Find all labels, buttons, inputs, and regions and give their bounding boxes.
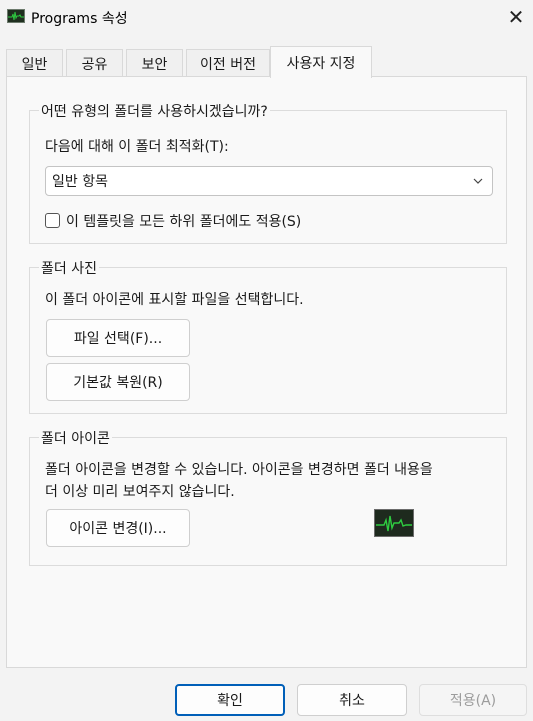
apply-button[interactable]: 적용(A) — [419, 684, 527, 716]
folder-icon-group: 폴더 아이콘 폴더 아이콘을 변경할 수 있습니다. 아이콘을 변경하면 폴더 … — [29, 428, 507, 566]
title-bar: Programs 속성 ✕ — [0, 0, 533, 34]
folder-type-title: 어떤 유형의 폴더를 사용하시겠습니까? — [39, 101, 270, 121]
optimize-label: 다음에 대해 이 폴더 최적화(T): — [45, 139, 229, 155]
tab-previous-versions[interactable]: 이전 버전 — [186, 49, 270, 77]
cancel-button[interactable]: 취소 — [297, 684, 407, 716]
folder-picture-group: 폴더 사진 이 폴더 아이콘에 표시할 파일을 선택합니다. 파일 선택(F).… — [29, 258, 507, 414]
tab-strip: 일반 공유 보안 이전 버전 사용자 지정 — [6, 46, 527, 78]
tab-customize[interactable]: 사용자 지정 — [270, 46, 372, 78]
folder-icon-title: 폴더 아이콘 — [39, 428, 112, 448]
folder-picture-title: 폴더 사진 — [39, 258, 99, 278]
close-button[interactable]: ✕ — [499, 0, 533, 34]
folder-picture-description: 이 폴더 아이콘에 표시할 파일을 선택합니다. — [45, 292, 304, 308]
customize-panel: 어떤 유형의 폴더를 사용하시겠습니까? 다음에 대해 이 폴더 최적화(T):… — [6, 76, 527, 668]
folder-icon-description-line2: 더 이상 미리 보여주지 않습니다. — [45, 484, 235, 500]
apply-subfolders-label: 이 템플릿을 모든 하위 폴더에도 적용(S) — [66, 214, 302, 230]
folder-icon-description-line1: 폴더 아이콘을 변경할 수 있습니다. 아이콘을 변경하면 폴더 내용을 — [45, 462, 433, 478]
tab-general[interactable]: 일반 — [6, 49, 63, 77]
tab-security[interactable]: 보안 — [126, 49, 183, 77]
ok-button[interactable]: 확인 — [175, 684, 285, 716]
chevron-down-icon — [473, 178, 483, 184]
close-icon: ✕ — [507, 5, 525, 29]
restore-default-button[interactable]: 기본값 복원(R) — [46, 363, 190, 401]
optimize-select-value: 일반 항목 — [52, 174, 108, 190]
optimize-select[interactable]: 일반 항목 — [45, 166, 493, 196]
choose-file-button[interactable]: 파일 선택(F)... — [46, 319, 190, 357]
tab-sharing[interactable]: 공유 — [66, 49, 123, 77]
apply-subfolders-checkbox[interactable] — [45, 213, 60, 228]
folder-type-group: 어떤 유형의 폴더를 사용하시겠습니까? 다음에 대해 이 폴더 최적화(T):… — [29, 101, 507, 244]
activity-monitor-icon — [374, 509, 414, 537]
window-title: Programs 속성 — [31, 11, 128, 27]
change-icon-button[interactable]: 아이콘 변경(I)... — [46, 509, 190, 547]
activity-monitor-icon — [7, 9, 25, 23]
